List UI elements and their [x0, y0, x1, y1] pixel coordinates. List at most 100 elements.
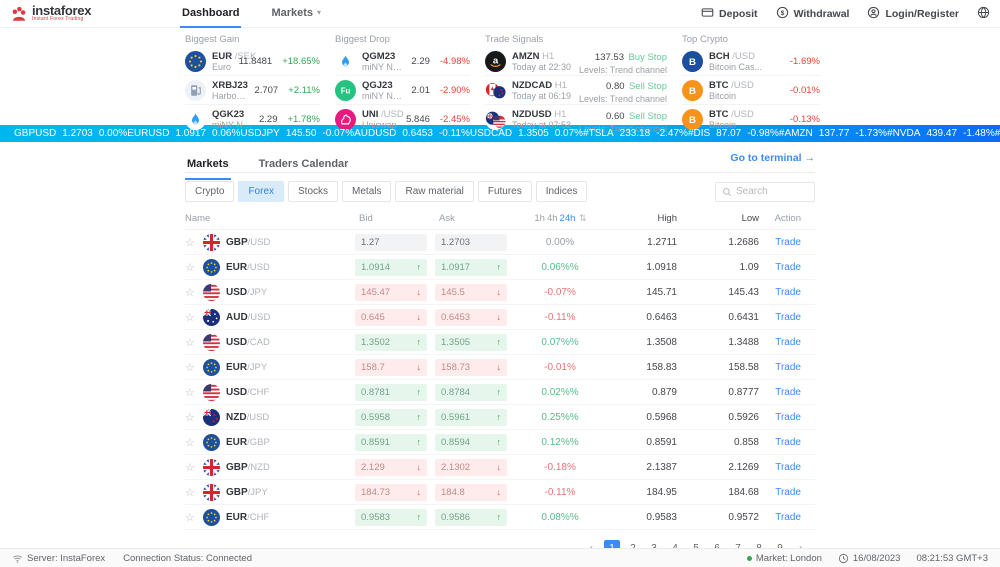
ask-quote[interactable]: 0.9586↑	[435, 509, 507, 526]
change-period-1h[interactable]: 1h	[534, 213, 545, 224]
nav-dashboard[interactable]: Dashboard	[180, 0, 241, 28]
go-to-terminal-link[interactable]: Go to terminal →	[730, 152, 815, 172]
ask-quote[interactable]: 2.1302↓	[435, 459, 507, 476]
bid-quote[interactable]: 1.0914↑	[355, 259, 427, 276]
favorite-star-icon[interactable]: ☆	[185, 461, 197, 474]
table-row-usd-jpy[interactable]: ☆ USD/JPY 145.47↓ 145.5↓ -0.07% 145.71 1…	[185, 280, 815, 305]
bid-quote[interactable]: 184.73↓	[355, 484, 427, 501]
change-period-24h[interactable]: 24h	[560, 213, 576, 224]
bid-quote[interactable]: 145.47↓	[355, 284, 427, 301]
list-item-bch[interactable]: BBCH /USDBitcoin Cas... -1.69%	[682, 47, 820, 76]
ticker-item-usdjpy[interactable]: USDJPY145.50-0.07%	[240, 128, 354, 139]
list-item-amzn[interactable]: aAMZN H1Today at 22:30 137.53 Buy StopLe…	[485, 47, 667, 76]
ask-quote[interactable]: 0.8784↑	[435, 384, 507, 401]
favorite-star-icon[interactable]: ☆	[185, 386, 197, 399]
bid-quote[interactable]: 0.645↓	[355, 309, 427, 326]
deposit-button[interactable]: Deposit	[701, 6, 758, 22]
ticker-item--f[interactable]: #F11.98-0.99%	[995, 128, 1000, 139]
table-row-gbp-usd[interactable]: ☆ GBP/USD 1.27 1.2703 0.00% 1.2711 1.268…	[185, 230, 815, 255]
favorite-star-icon[interactable]: ☆	[185, 511, 197, 524]
table-row-nzd-usd[interactable]: ☆ NZD/USD 0.5958↑ 0.5961↑ 0.25%% 0.5968 …	[185, 405, 815, 430]
ticker-item--dis[interactable]: #DIS87.07-0.98%	[688, 128, 779, 139]
trade-link[interactable]: Trade	[775, 412, 801, 423]
search-input[interactable]	[736, 186, 808, 197]
tab-traders-calendar[interactable]: Traders Calendar	[257, 158, 351, 180]
ticker-item--nvda[interactable]: #NVDA439.47-1.48%	[887, 128, 995, 139]
filter-forex[interactable]: Forex	[238, 181, 284, 202]
trade-link[interactable]: Trade	[775, 287, 801, 298]
favorite-star-icon[interactable]: ☆	[185, 486, 197, 499]
brand-logo[interactable]: instaforex Instant Forex Trading	[10, 5, 180, 23]
favorite-star-icon[interactable]: ☆	[185, 436, 197, 449]
ticker-item-audusd[interactable]: AUDUSD0.6453-0.11%	[354, 128, 470, 139]
list-item-xrbj23[interactable]: XRBJ23Harbor Gaso... 2.707+2.11%	[185, 76, 320, 105]
favorite-star-icon[interactable]: ☆	[185, 336, 197, 349]
ask-quote[interactable]: 0.5961↑	[435, 409, 507, 426]
table-row-gbp-jpy[interactable]: ☆ GBP/JPY 184.73↓ 184.8↓ -0.11% 184.95 1…	[185, 480, 815, 505]
nav-markets[interactable]: Markets▾	[269, 0, 323, 28]
bid-quote[interactable]: 0.9583↑	[355, 509, 427, 526]
bid-quote[interactable]: 158.7↓	[355, 359, 427, 376]
ticker-item-gbpusd[interactable]: GBPUSD1.27030.00%	[14, 128, 127, 139]
trade-link[interactable]: Trade	[775, 487, 801, 498]
table-row-usd-cad[interactable]: ☆ USD/CAD 1.3502↑ 1.3505↑ 0.07%% 1.3508 …	[185, 330, 815, 355]
filter-metals[interactable]: Metals	[342, 181, 391, 202]
table-row-eur-gbp[interactable]: ☆ EUR/GBP 0.8591↑ 0.8594↑ 0.12%% 0.8591 …	[185, 430, 815, 455]
ask-quote[interactable]: 184.8↓	[435, 484, 507, 501]
withdrawal-button[interactable]: $Withdrawal	[776, 6, 850, 22]
filter-indices[interactable]: Indices	[536, 181, 588, 202]
bid-quote[interactable]: 0.5958↑	[355, 409, 427, 426]
filter-futures[interactable]: Futures	[478, 181, 532, 202]
trade-link[interactable]: Trade	[775, 437, 801, 448]
list-item-qgj23[interactable]: FuQGJ23miNY Natura... 2.01-2.90%	[335, 76, 470, 105]
ask-quote[interactable]: 0.8594↑	[435, 434, 507, 451]
ticker-item-eurusd[interactable]: EURUSD1.09170.06%	[127, 128, 240, 139]
ask-quote[interactable]: 158.73↓	[435, 359, 507, 376]
list-item-btc[interactable]: BBTC /USDBitcoin -0.01%	[682, 76, 820, 105]
ask-quote[interactable]: 1.0917↑	[435, 259, 507, 276]
favorite-star-icon[interactable]: ☆	[185, 261, 197, 274]
list-item-eur[interactable]: EUR /SEKEuro 11.8481+18.65%	[185, 47, 320, 76]
table-row-aud-usd[interactable]: ☆ AUD/USD 0.645↓ 0.6453↓ -0.11% 0.6463 0…	[185, 305, 815, 330]
favorite-star-icon[interactable]: ☆	[185, 286, 197, 299]
filter-crypto[interactable]: Crypto	[185, 181, 234, 202]
filter-raw-material[interactable]: Raw material	[395, 181, 473, 202]
trade-link[interactable]: Trade	[775, 362, 801, 373]
favorite-star-icon[interactable]: ☆	[185, 361, 197, 374]
trade-link[interactable]: Trade	[775, 512, 801, 523]
ask-quote[interactable]: 0.6453↓	[435, 309, 507, 326]
table-row-eur-usd[interactable]: ☆ EUR/USD 1.0914↑ 1.0917↑ 0.06%% 1.0918 …	[185, 255, 815, 280]
table-row-usd-chf[interactable]: ☆ USD/CHF 0.8781↑ 0.8784↑ 0.02%% 0.879 0…	[185, 380, 815, 405]
bid-quote[interactable]: 1.27	[355, 234, 427, 251]
bid-quote[interactable]: 1.3502↑	[355, 334, 427, 351]
ask-quote[interactable]: 1.2703	[435, 234, 507, 251]
bid-quote[interactable]: 0.8591↑	[355, 434, 427, 451]
ticker-item-usdcad[interactable]: USDCAD1.35050.07%	[470, 128, 583, 139]
trade-link[interactable]: Trade	[775, 262, 801, 273]
trade-link[interactable]: Trade	[775, 237, 801, 248]
favorite-star-icon[interactable]: ☆	[185, 311, 197, 324]
bid-quote[interactable]: 2.129↓	[355, 459, 427, 476]
favorite-star-icon[interactable]: ☆	[185, 236, 197, 249]
language-button[interactable]	[977, 6, 990, 22]
tab-markets[interactable]: Markets	[185, 158, 231, 180]
sort-arrows-icon[interactable]: ⇅	[579, 213, 587, 223]
bid-quote[interactable]: 0.8781↑	[355, 384, 427, 401]
table-row-eur-jpy[interactable]: ☆ EUR/JPY 158.7↓ 158.73↓ -0.01% 158.83 1…	[185, 355, 815, 380]
search-box[interactable]	[715, 182, 815, 202]
ticker-item--amzn[interactable]: #AMZN137.77-1.73%	[779, 128, 887, 139]
table-row-gbp-nzd[interactable]: ☆ GBP/NZD 2.129↓ 2.1302↓ -0.18% 2.1387 2…	[185, 455, 815, 480]
ticker-item--tsla[interactable]: #TSLA233.18-2.47%	[583, 128, 688, 139]
favorite-star-icon[interactable]: ☆	[185, 411, 197, 424]
trade-link[interactable]: Trade	[775, 337, 801, 348]
ask-quote[interactable]: 145.5↓	[435, 284, 507, 301]
trade-link[interactable]: Trade	[775, 312, 801, 323]
filter-stocks[interactable]: Stocks	[288, 181, 338, 202]
table-row-eur-chf[interactable]: ☆ EUR/CHF 0.9583↑ 0.9586↑ 0.08%% 0.9583 …	[185, 505, 815, 530]
ask-quote[interactable]: 1.3505↑	[435, 334, 507, 351]
login-register-button[interactable]: Login/Register	[867, 6, 959, 22]
list-item-nzdcad[interactable]: NZDCAD H1Today at 06:19 0.80 Sell StopLe…	[485, 76, 667, 105]
list-item-qgm23[interactable]: QGM23miNY Natura... 2.29-4.98%	[335, 47, 470, 76]
trade-link[interactable]: Trade	[775, 387, 801, 398]
change-period-4h[interactable]: 4h	[547, 213, 558, 224]
